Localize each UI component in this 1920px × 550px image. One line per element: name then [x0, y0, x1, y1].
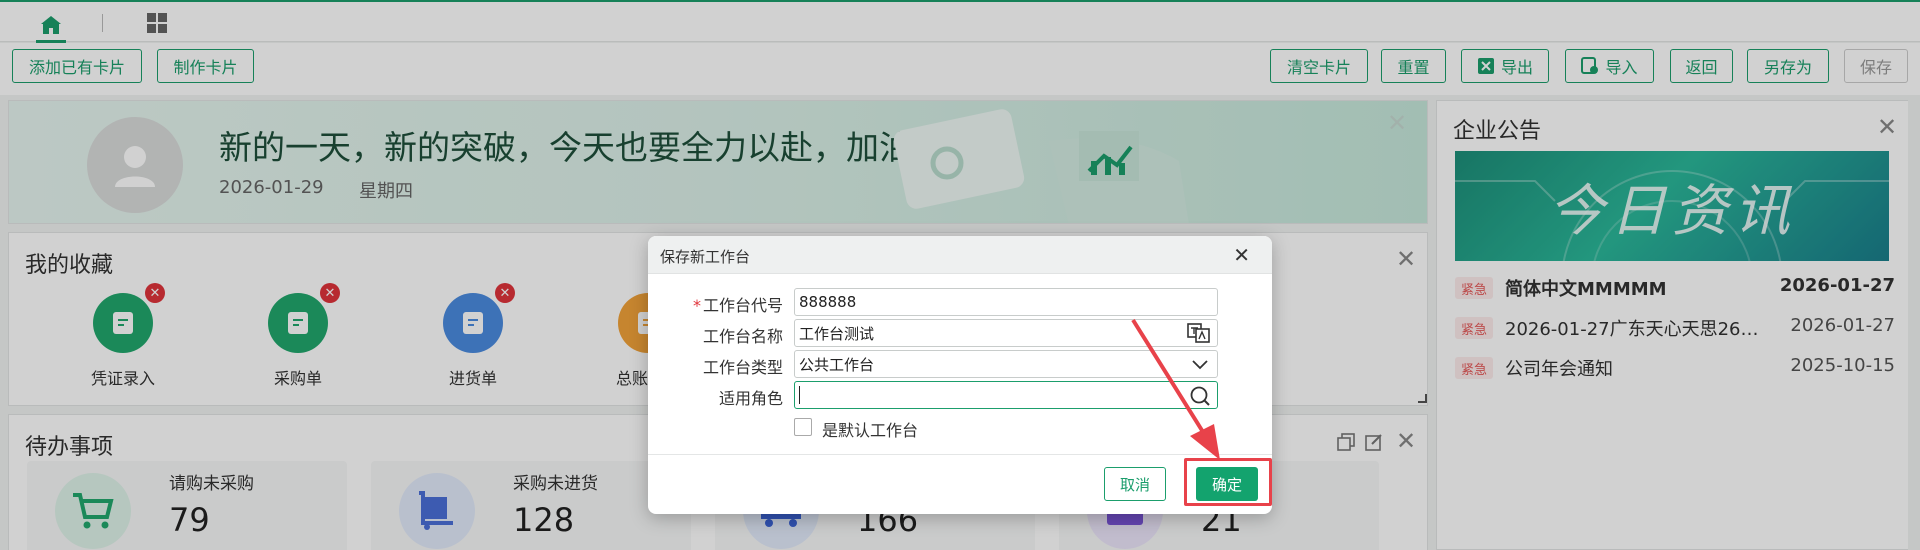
dialog-close-icon[interactable]: ✕ [1233, 243, 1250, 267]
code-input[interactable]: 888888 [794, 288, 1218, 316]
text-caret [799, 386, 800, 404]
code-label: * 工作台代号 [692, 296, 783, 315]
role-input[interactable] [794, 381, 1218, 409]
role-label: 适用角色 [718, 389, 783, 408]
cancel-button[interactable]: 取消 [1104, 467, 1166, 501]
dialog-title: 保存新工作台 [660, 248, 751, 266]
required-mark: * [692, 296, 701, 315]
name-label: 工作台名称 [702, 327, 783, 346]
dialog-header: 保存新工作台 ✕ [648, 236, 1272, 274]
name-input[interactable]: 工作台测试 [794, 319, 1218, 347]
default-workspace-checkbox[interactable] [794, 418, 812, 436]
translate-icon[interactable] [1187, 322, 1211, 344]
chevron-down-icon [1192, 360, 1208, 370]
type-select[interactable]: 公共工作台 [794, 350, 1218, 378]
save-workspace-dialog: 保存新工作台 ✕ * 工作台代号 888888 工作台名称 工作台测试 工作台类型… [648, 236, 1272, 514]
type-label: 工作台类型 [702, 358, 783, 377]
search-icon[interactable] [1189, 385, 1211, 407]
dialog-divider [648, 454, 1272, 455]
default-workspace-label: 是默认工作台 [822, 421, 919, 440]
highlight-box [1184, 458, 1272, 506]
